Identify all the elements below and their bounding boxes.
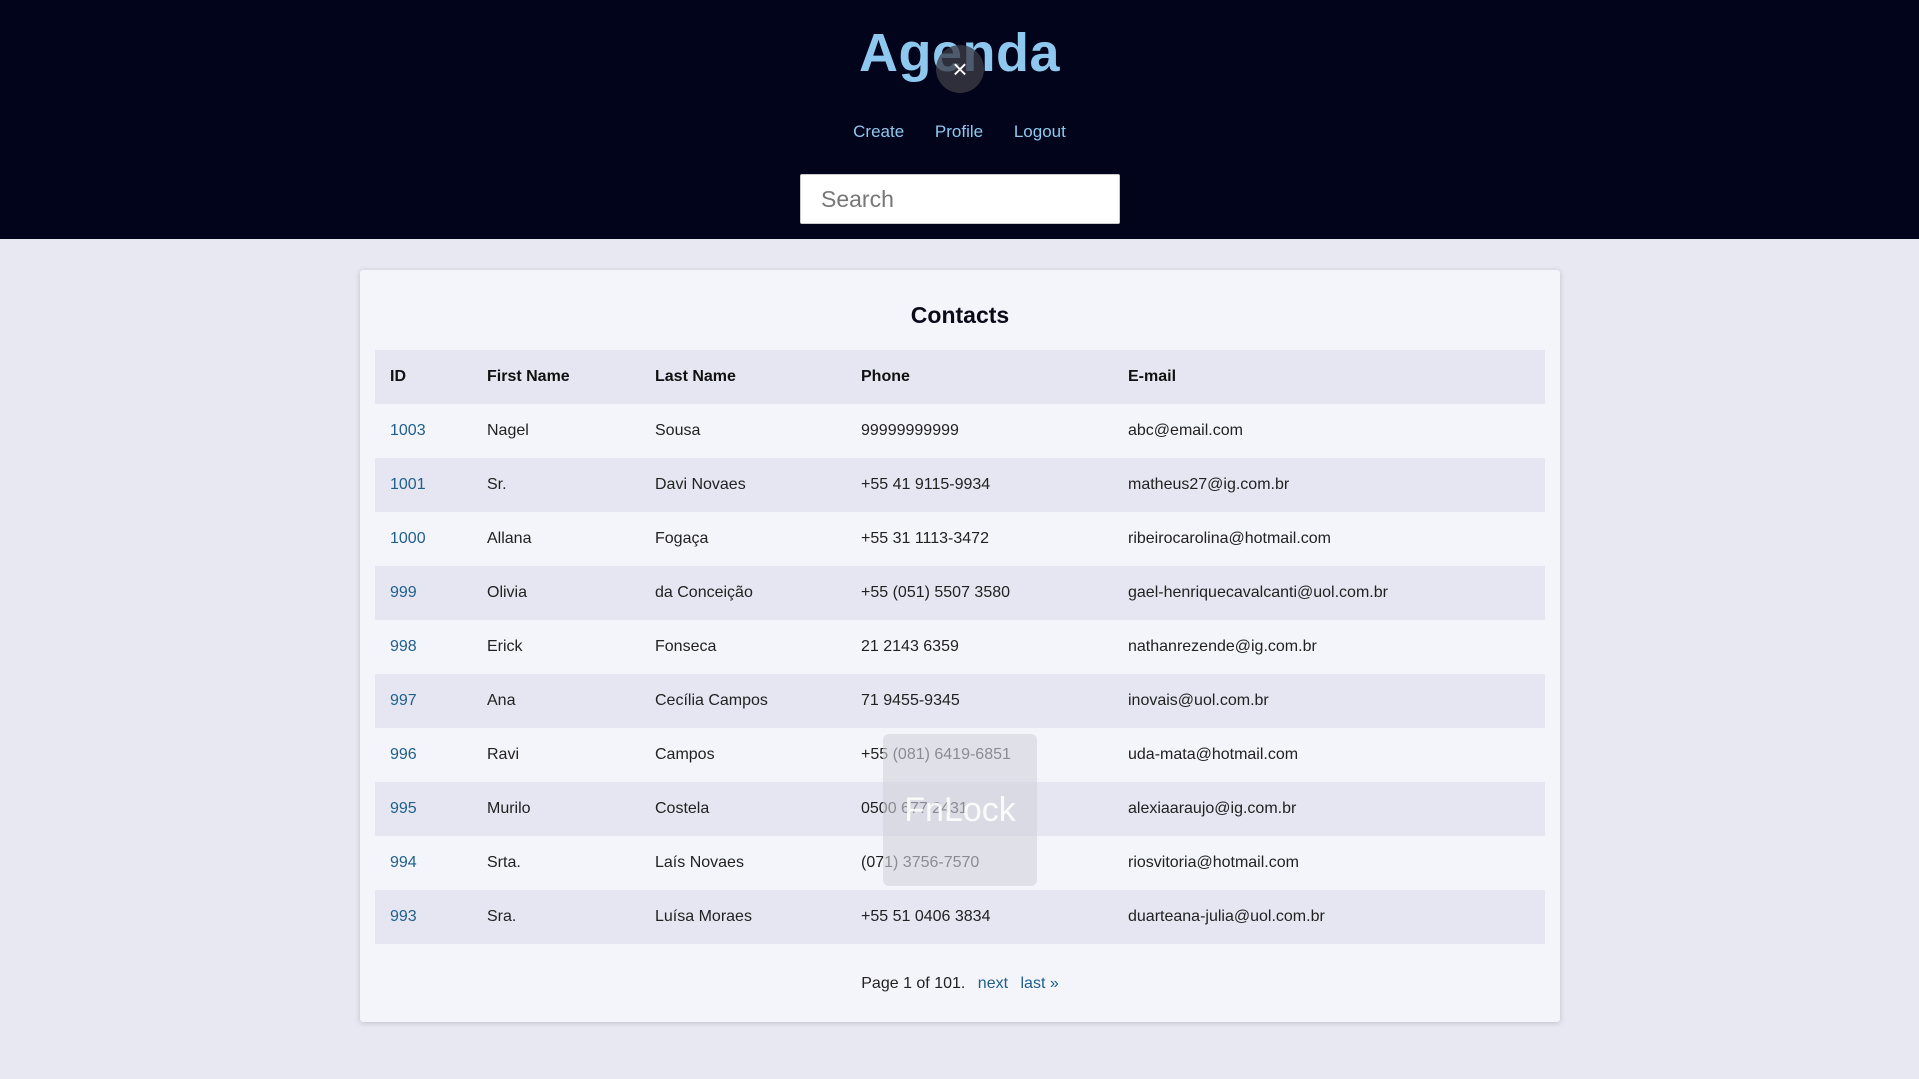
first-name-cell: Ana	[487, 692, 516, 709]
last-name-cell: Campos	[655, 746, 715, 763]
first-name-cell: Allana	[487, 530, 532, 547]
last-name-cell: da Conceição	[655, 584, 753, 601]
nav-create-link[interactable]: Create	[853, 122, 904, 141]
phone-cell: +55 41 9115-9934	[861, 476, 991, 493]
column-header-last-name: Last Name	[655, 368, 736, 385]
nav-bar: Create Profile Logout	[0, 122, 1919, 142]
table-row: 993 Sra. Luísa Moraes +55 51 0406 3834 d…	[375, 890, 1545, 944]
email-cell: gael-henriquecavalcanti@uol.com.br	[1128, 584, 1388, 601]
last-name-cell: Fonseca	[655, 638, 717, 655]
email-cell: uda-mata@hotmail.com	[1128, 746, 1299, 763]
close-icon[interactable]: ×	[936, 45, 984, 93]
column-header-phone: Phone	[861, 368, 910, 385]
contact-id-link[interactable]: 1000	[390, 530, 426, 547]
first-name-cell: Murilo	[487, 800, 531, 817]
email-cell: alexiaaraujo@ig.com.br	[1128, 800, 1297, 817]
next-page-link[interactable]: next	[978, 975, 1008, 992]
last-name-cell: Fogaça	[655, 530, 709, 547]
contact-id-link[interactable]: 993	[390, 908, 417, 925]
page-title: Contacts	[910, 302, 1010, 328]
nav-profile-link[interactable]: Profile	[935, 122, 983, 141]
last-page-link[interactable]: last »	[1021, 975, 1059, 992]
table-row: 1003 Nagel Sousa 99999999999 abc@email.c…	[375, 404, 1545, 458]
contact-id-link[interactable]: 999	[390, 584, 417, 601]
phone-cell: +55 (051) 5507 3580	[861, 584, 1011, 601]
table-row: 998 Erick Fonseca 21 2143 6359 nathanrez…	[375, 620, 1545, 674]
phone-cell: +55 51 0406 3834	[861, 908, 991, 925]
email-cell: ribeirocarolina@hotmail.com	[1128, 530, 1331, 547]
last-name-cell: Costela	[655, 800, 710, 817]
pagination: Page 1 of 101. next last »	[360, 975, 1560, 993]
contact-id-link[interactable]: 995	[390, 800, 417, 817]
phone-cell: 99999999999	[861, 422, 959, 439]
table-row: 1001 Sr. Davi Novaes +55 41 9115-9934 ma…	[375, 458, 1545, 512]
table-header-row: ID First Name Last Name Phone E-mail	[375, 350, 1545, 404]
first-name-cell: Nagel	[487, 422, 529, 439]
last-name-cell: Cecília Campos	[655, 692, 768, 709]
pagination-status: Page 1 of 101.	[861, 975, 966, 992]
email-cell: inovais@uol.com.br	[1128, 692, 1269, 709]
first-name-cell: Ravi	[487, 746, 520, 763]
first-name-cell: Sr.	[487, 476, 507, 493]
phone-cell: 71 9455-9345	[861, 692, 960, 709]
contact-id-link[interactable]: 996	[390, 746, 417, 763]
email-cell: nathanrezende@ig.com.br	[1128, 638, 1317, 655]
email-cell: riosvitoria@hotmail.com	[1128, 854, 1299, 871]
column-header-email: E-mail	[1128, 368, 1177, 385]
nav-logout-link[interactable]: Logout	[1014, 122, 1066, 141]
contact-id-link[interactable]: 997	[390, 692, 417, 709]
last-name-cell: Laís Novaes	[655, 854, 744, 871]
column-header-id: ID	[390, 368, 406, 385]
first-name-cell: Erick	[487, 638, 523, 655]
first-name-cell: Olivia	[487, 584, 528, 601]
contact-id-link[interactable]: 1001	[390, 476, 426, 493]
contacts-card: Contacts ID First Name Last Name Phone E…	[360, 270, 1560, 1022]
first-name-cell: Sra.	[487, 908, 517, 925]
last-name-cell: Sousa	[655, 422, 701, 439]
header: Agenda × Create Profile Logout	[0, 0, 1919, 239]
last-name-cell: Davi Novaes	[655, 476, 746, 493]
email-cell: duarteana-julia@uol.com.br	[1128, 908, 1325, 925]
last-name-cell: Luísa Moraes	[655, 908, 752, 925]
table-row: 1000 Allana Fogaça +55 31 1113-3472 ribe…	[375, 512, 1545, 566]
contact-id-link[interactable]: 998	[390, 638, 417, 655]
fnlock-osd-overlay: FnLock	[883, 734, 1037, 886]
contact-id-link[interactable]: 1003	[390, 422, 426, 439]
search-input[interactable]	[800, 174, 1120, 224]
email-cell: matheus27@ig.com.br	[1128, 476, 1290, 493]
email-cell: abc@email.com	[1128, 422, 1243, 439]
phone-cell: +55 31 1113-3472	[861, 530, 989, 547]
contact-id-link[interactable]: 994	[390, 854, 417, 871]
phone-cell: 21 2143 6359	[861, 638, 959, 655]
column-header-first-name: First Name	[487, 368, 570, 385]
table-row: 999 Olivia da Conceição +55 (051) 5507 3…	[375, 566, 1545, 620]
first-name-cell: Srta.	[487, 854, 521, 871]
table-row: 997 Ana Cecília Campos 71 9455-9345 inov…	[375, 674, 1545, 728]
